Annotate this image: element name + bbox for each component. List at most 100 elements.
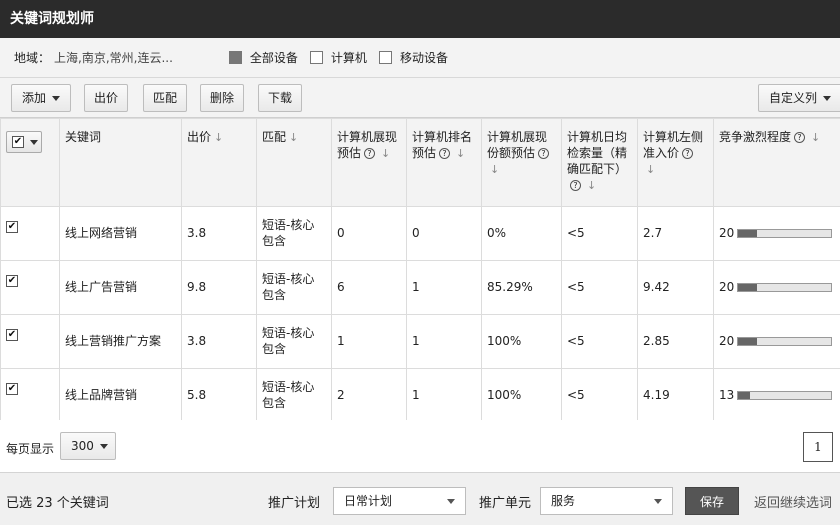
col-competition[interactable]: 竞争激烈程度? ↓ [713, 118, 840, 207]
col-daily-search[interactable]: 计算机日均检索量（精确匹配下）? ↓ [561, 118, 638, 207]
select-all-dropdown[interactable]: ✔ [6, 131, 42, 153]
keyword-cell: 线上广告营销 [59, 260, 182, 315]
row-checkbox-checked-icon[interactable]: ✔ [6, 275, 18, 287]
bid-cell[interactable]: 3.8 [181, 314, 257, 369]
impressions-cell: 2 [331, 368, 407, 423]
competition-cell: 20 [713, 206, 840, 261]
question-circle-icon[interactable]: ? [439, 148, 451, 159]
app-title: 关键词规划师 [0, 0, 840, 38]
competition-value: 20 [719, 226, 735, 240]
custom-columns-label: 自定义列 [768, 91, 817, 105]
keyword-cell: 线上网络营销 [59, 206, 182, 261]
footer-bar: 已选 23 个关键词 推广计划 日常计划 推广单元 服务 保存 返回继续选词 [0, 472, 840, 525]
page-button-1[interactable]: 1 [803, 432, 833, 462]
share-cell: 0% [481, 206, 562, 261]
device-computer-label: 计算机 [330, 51, 367, 65]
device-mobile-label: 移动设备 [399, 51, 448, 65]
rank-cell: 1 [406, 368, 482, 423]
question-circle-icon[interactable]: ? [364, 148, 376, 159]
col-impressions[interactable]: 计算机展现预估? ↓ [331, 118, 407, 207]
sort-down-arrow-icon: ↓ [214, 131, 224, 144]
match-cell[interactable]: 短语-核心包含 [256, 206, 332, 261]
chevron-down-icon [447, 499, 455, 504]
rank-cell: 1 [406, 260, 482, 315]
table-row: ✔ 线上营销推广方案 3.8 短语-核心包含 1 1 100% <5 2.85 … [0, 314, 840, 369]
sort-down-arrow-icon: ↓ [646, 163, 656, 176]
back-to-select-link[interactable]: 返回继续选词 [754, 492, 832, 511]
competition-value: 20 [719, 334, 735, 348]
competition-cell: 20 [713, 260, 840, 315]
plan-select[interactable]: 日常计划 [333, 487, 466, 515]
select-all-header: ✔ [0, 118, 60, 207]
sort-down-arrow-icon: ↓ [381, 147, 391, 160]
bid-cell[interactable]: 9.8 [181, 260, 257, 315]
competition-cell: 20 [713, 314, 840, 369]
sort-down-arrow-icon: ↓ [456, 147, 466, 160]
sort-down-arrow-icon: ↓ [587, 179, 597, 192]
question-circle-icon[interactable]: ? [538, 148, 550, 159]
rank-cell: 1 [406, 314, 482, 369]
impressions-cell: 6 [331, 260, 407, 315]
unit-value: 服务 [551, 494, 576, 508]
col-keyword-label: 关键词 [65, 130, 102, 144]
add-button[interactable]: 添加 [11, 84, 71, 112]
competition-bar [737, 390, 833, 400]
delete-button[interactable]: 删除 [200, 84, 244, 112]
left-bid-cell: 9.42 [637, 260, 714, 315]
device-computer[interactable]: 计算机 [309, 49, 367, 66]
question-circle-icon[interactable]: ? [570, 180, 581, 191]
chevron-down-icon [654, 499, 662, 504]
plan-value: 日常计划 [344, 494, 393, 508]
checkbox-icon [309, 51, 323, 64]
bid-button[interactable]: 出价 [84, 84, 128, 112]
match-cell[interactable]: 短语-核心包含 [256, 260, 332, 315]
per-page-select[interactable]: 300 [60, 432, 116, 460]
daily-cell: <5 [561, 368, 638, 423]
download-button[interactable]: 下载 [258, 84, 302, 112]
add-button-label: 添加 [21, 91, 46, 105]
table-row: ✔ 线上广告营销 9.8 短语-核心包含 6 1 85.29% <5 9.42 … [0, 260, 840, 315]
keyword-table: ✔ 关键词 出价 ↓ 匹配 ↓ 计算机展现预估? ↓ 计算机排名预估? ↓ 计算机展现份… [0, 118, 840, 423]
per-page-value: 300 [71, 439, 94, 453]
bid-cell[interactable]: 5.8 [181, 368, 257, 423]
row-checkbox-checked-icon[interactable]: ✔ [6, 383, 18, 395]
col-share[interactable]: 计算机展现份额预估 ?↓ [481, 118, 562, 207]
bid-cell[interactable]: 3.8 [181, 206, 257, 261]
device-all[interactable]: 全部设备 [228, 49, 298, 66]
match-cell[interactable]: 短语-核心包含 [256, 368, 332, 423]
match-cell[interactable]: 短语-核心包含 [256, 314, 332, 369]
device-all-indicator-icon [228, 51, 242, 64]
table-header-row: ✔ 关键词 出价 ↓ 匹配 ↓ 计算机展现预估? ↓ 计算机排名预估? ↓ 计算机展现份… [0, 118, 840, 207]
question-circle-icon[interactable]: ? [682, 148, 694, 159]
col-daily-search-label: 计算机日均检索量（精确匹配下） [567, 130, 628, 176]
left-bid-cell: 2.7 [637, 206, 714, 261]
custom-columns-button[interactable]: 自定义列 [758, 84, 840, 112]
row-checkbox-checked-icon[interactable]: ✔ [6, 329, 18, 341]
keyword-cell: 线上品牌营销 [59, 368, 182, 423]
row-checkbox-checked-icon[interactable]: ✔ [6, 221, 18, 233]
col-left-bid[interactable]: 计算机左侧准入价 ? ↓ [637, 118, 714, 207]
region-label: 地域： [14, 51, 51, 65]
competition-bar [737, 228, 833, 238]
device-all-label: 全部设备 [249, 51, 298, 65]
unit-select[interactable]: 服务 [540, 487, 673, 515]
col-bid-label: 出价 [187, 130, 212, 144]
match-button[interactable]: 匹配 [143, 84, 187, 112]
competition-bar-fill [738, 337, 757, 345]
col-rank[interactable]: 计算机排名预估? ↓ [406, 118, 482, 207]
impressions-cell: 1 [331, 314, 407, 369]
chevron-down-icon [823, 96, 831, 101]
save-button[interactable]: 保存 [685, 487, 739, 515]
col-bid[interactable]: 出价 ↓ [181, 118, 257, 207]
table-row: ✔ 线上网络营销 3.8 短语-核心包含 0 0 0% <5 2.7 20 [0, 206, 840, 261]
sort-down-arrow-icon: ↓ [490, 163, 500, 176]
question-circle-icon[interactable]: ? [794, 132, 806, 143]
checkbox-checked-icon: ✔ [12, 136, 24, 148]
col-keyword[interactable]: 关键词 [59, 118, 182, 207]
share-cell: 85.29% [481, 260, 562, 315]
left-bid-cell: 2.85 [637, 314, 714, 369]
device-mobile[interactable]: 移动设备 [378, 49, 448, 66]
col-match[interactable]: 匹配 ↓ [256, 118, 332, 207]
region-value[interactable]: 上海,南京,常州,连云... [54, 49, 173, 66]
chevron-down-icon [30, 139, 38, 145]
